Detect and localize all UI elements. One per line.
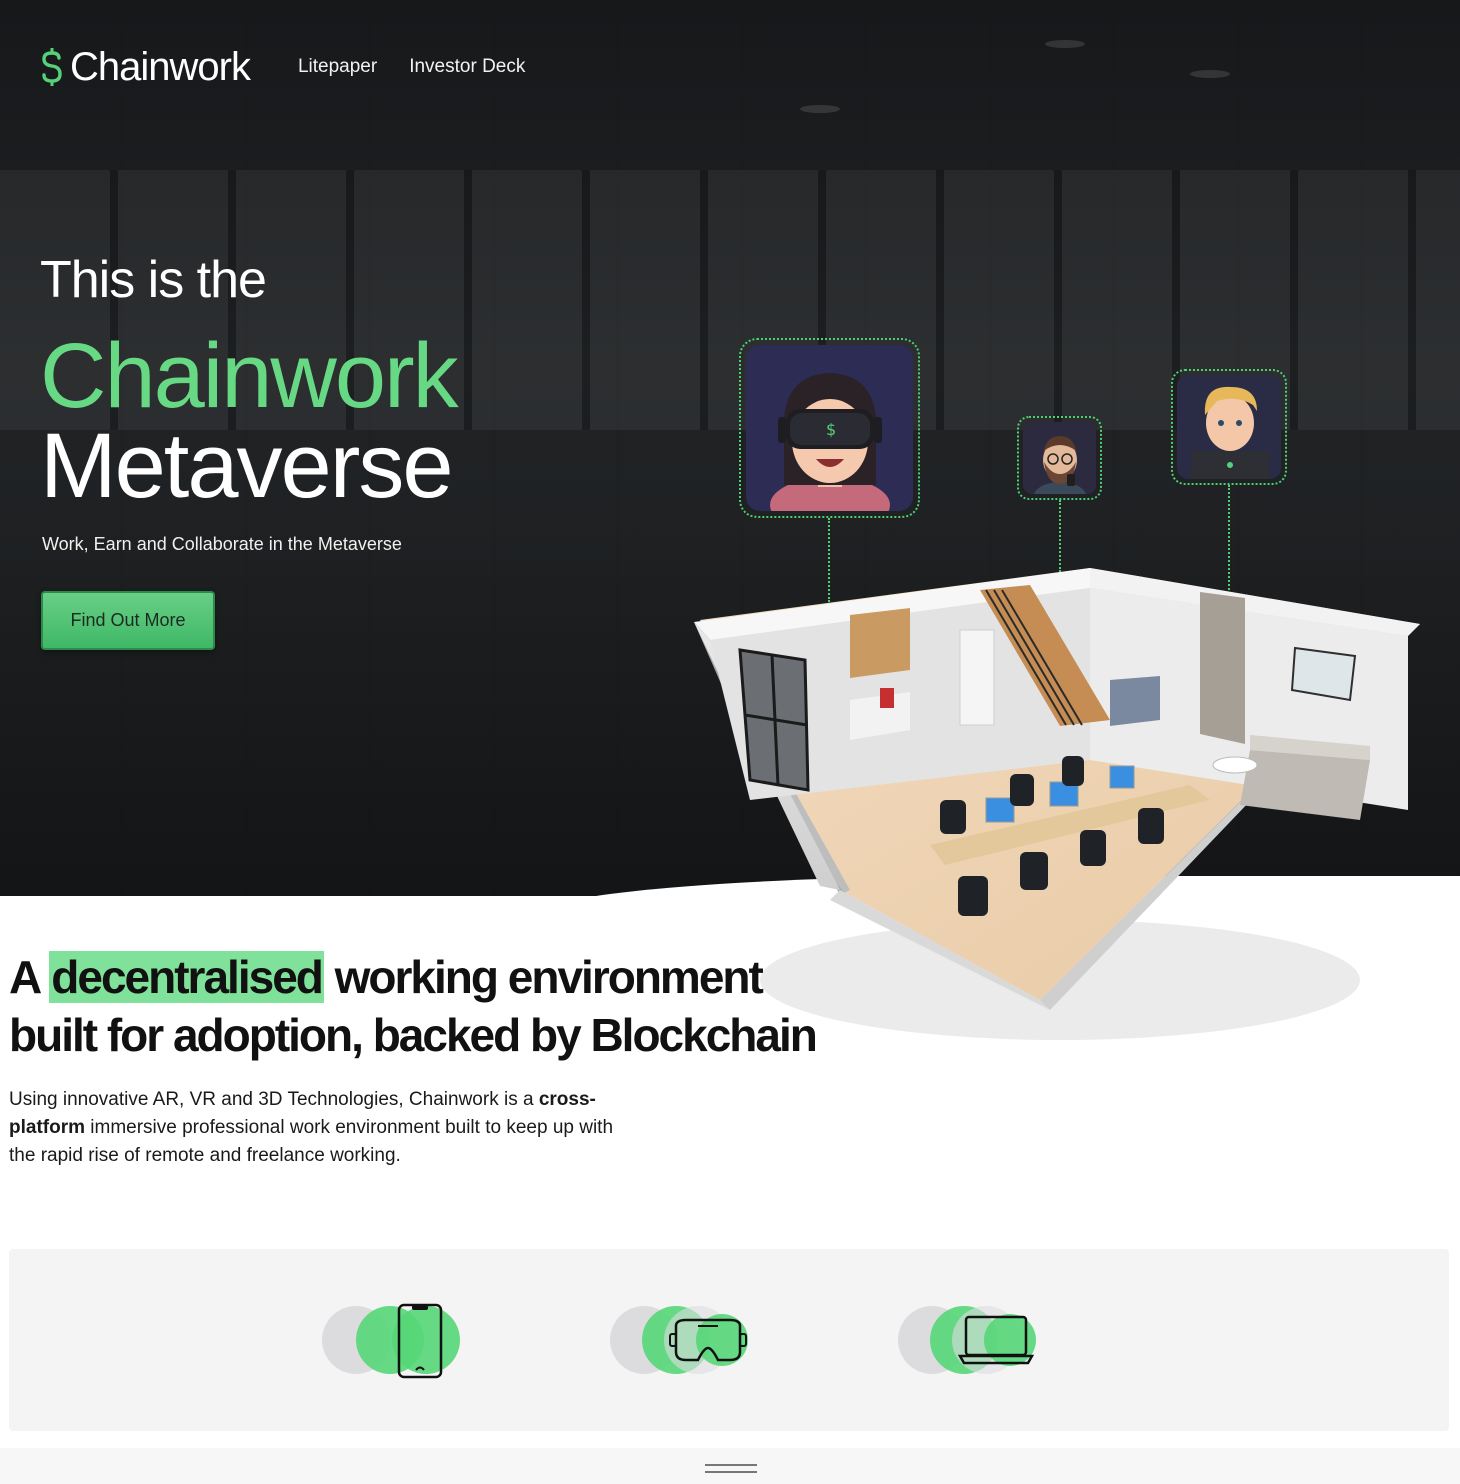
smartphone-icon [397, 1303, 443, 1379]
footer-strip [0, 1448, 1460, 1484]
menu-handle-line[interactable] [705, 1464, 757, 1466]
hero-title: Metaverse [40, 415, 453, 517]
logo-text: Chainwork [70, 44, 251, 89]
bearded-user-avatar-icon [1034, 436, 1086, 494]
intro-heading-start: A [9, 951, 40, 1003]
avatar-vr-user: $ [739, 338, 920, 518]
intro-body-start: Using innovative AR, VR and 3D Technolog… [9, 1089, 534, 1110]
svg-text:$: $ [826, 420, 836, 439]
ceiling-light [1045, 40, 1085, 48]
laptop-icon [958, 1315, 1034, 1365]
laptop-user-avatar-icon [1191, 386, 1269, 479]
nav-investor-deck-link[interactable]: Investor Deck [409, 56, 525, 78]
dollar-logo-icon [42, 48, 62, 86]
menu-handle-line[interactable] [705, 1471, 757, 1473]
platform-desktop [898, 1300, 1038, 1380]
avatar-bearded-user [1017, 416, 1102, 500]
intro-body-end: immersive professional work environment … [9, 1117, 614, 1166]
platform-vr [610, 1300, 750, 1380]
intro-heading: A decentralised working environment buil… [9, 948, 829, 1064]
ceiling-light [800, 105, 840, 113]
vr-user-avatar-icon: $ [770, 373, 890, 511]
intro-heading-highlight: decentralised [49, 951, 324, 1003]
hero-brand-title: Chainwork [40, 325, 459, 427]
platform-mobile [322, 1300, 462, 1380]
find-out-more-button[interactable]: Find Out More [41, 591, 215, 650]
avatar-laptop-user [1171, 369, 1287, 485]
nav-litepaper-link[interactable]: Litepaper [298, 56, 377, 78]
hero-subtitle: Work, Earn and Collaborate in the Metave… [42, 534, 402, 554]
hero-pre-title: This is the [40, 251, 267, 309]
logo[interactable]: Chainwork [40, 44, 251, 90]
vr-headset-icon [669, 1318, 747, 1362]
top-nav: Chainwork Litepaper Investor Deck [40, 44, 525, 90]
ceiling-light [1190, 70, 1230, 78]
intro-body: Using innovative AR, VR and 3D Technolog… [9, 1086, 629, 1170]
